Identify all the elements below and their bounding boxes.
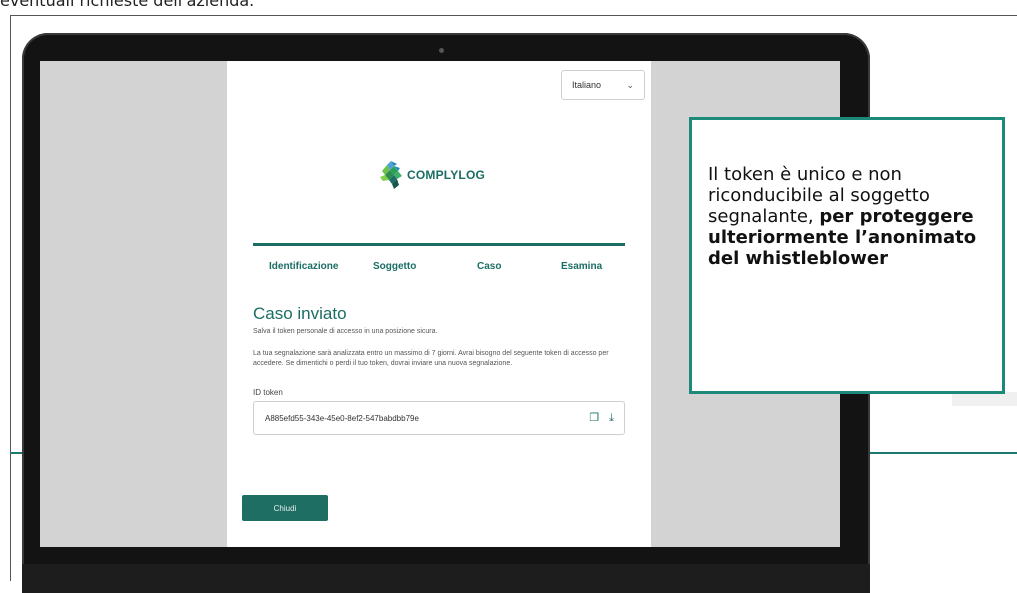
page-subtitle: Salva il token personale di accesso in u… — [253, 328, 438, 335]
token-field[interactable]: A885efd55-343e-45e0-8ef2-547babdbb79e ❐ … — [253, 401, 625, 435]
step-identificazione: Identificazione — [269, 261, 339, 272]
info-text: La tua segnalazione sarà analizzata entr… — [253, 350, 609, 367]
token-label: ID token — [253, 388, 283, 397]
camera-dot — [439, 48, 444, 53]
slide-caption: eventuali richieste dell'azienda. — [0, 0, 255, 10]
brand-logo: COMPLYLOG — [378, 159, 485, 191]
chevron-down-icon: ⌄ — [626, 79, 634, 90]
copy-icon[interactable]: ❐ — [589, 412, 599, 424]
token-value: A885efd55-343e-45e0-8ef2-547babdbb79e — [265, 413, 419, 423]
step-caso: Caso — [477, 261, 502, 272]
language-select[interactable]: Italiano ⌄ — [561, 70, 645, 100]
laptop-bezel-bottom — [22, 564, 870, 593]
token-actions: ❐ ⤓ — [589, 412, 614, 424]
close-button[interactable]: Chiudi — [242, 495, 328, 521]
progress-bar — [253, 243, 625, 246]
callout-box: Il token è unico e non riconducibile al … — [689, 117, 1005, 394]
complylog-logo-icon — [380, 161, 402, 189]
report-panel: Italiano ⌄ COMPLYLOG Identificazione Sog… — [227, 61, 651, 547]
accent-line-right — [862, 452, 1017, 454]
step-soggetto: Soggetto — [373, 261, 417, 272]
brand-name: COMPLYLOG — [407, 168, 486, 182]
download-icon[interactable]: ⤓ — [609, 412, 614, 424]
decorative-shape — [952, 392, 1017, 406]
step-esamina: Esamina — [561, 261, 603, 272]
language-select-value: Italiano — [572, 80, 602, 90]
page-title: Caso inviato — [253, 304, 347, 323]
